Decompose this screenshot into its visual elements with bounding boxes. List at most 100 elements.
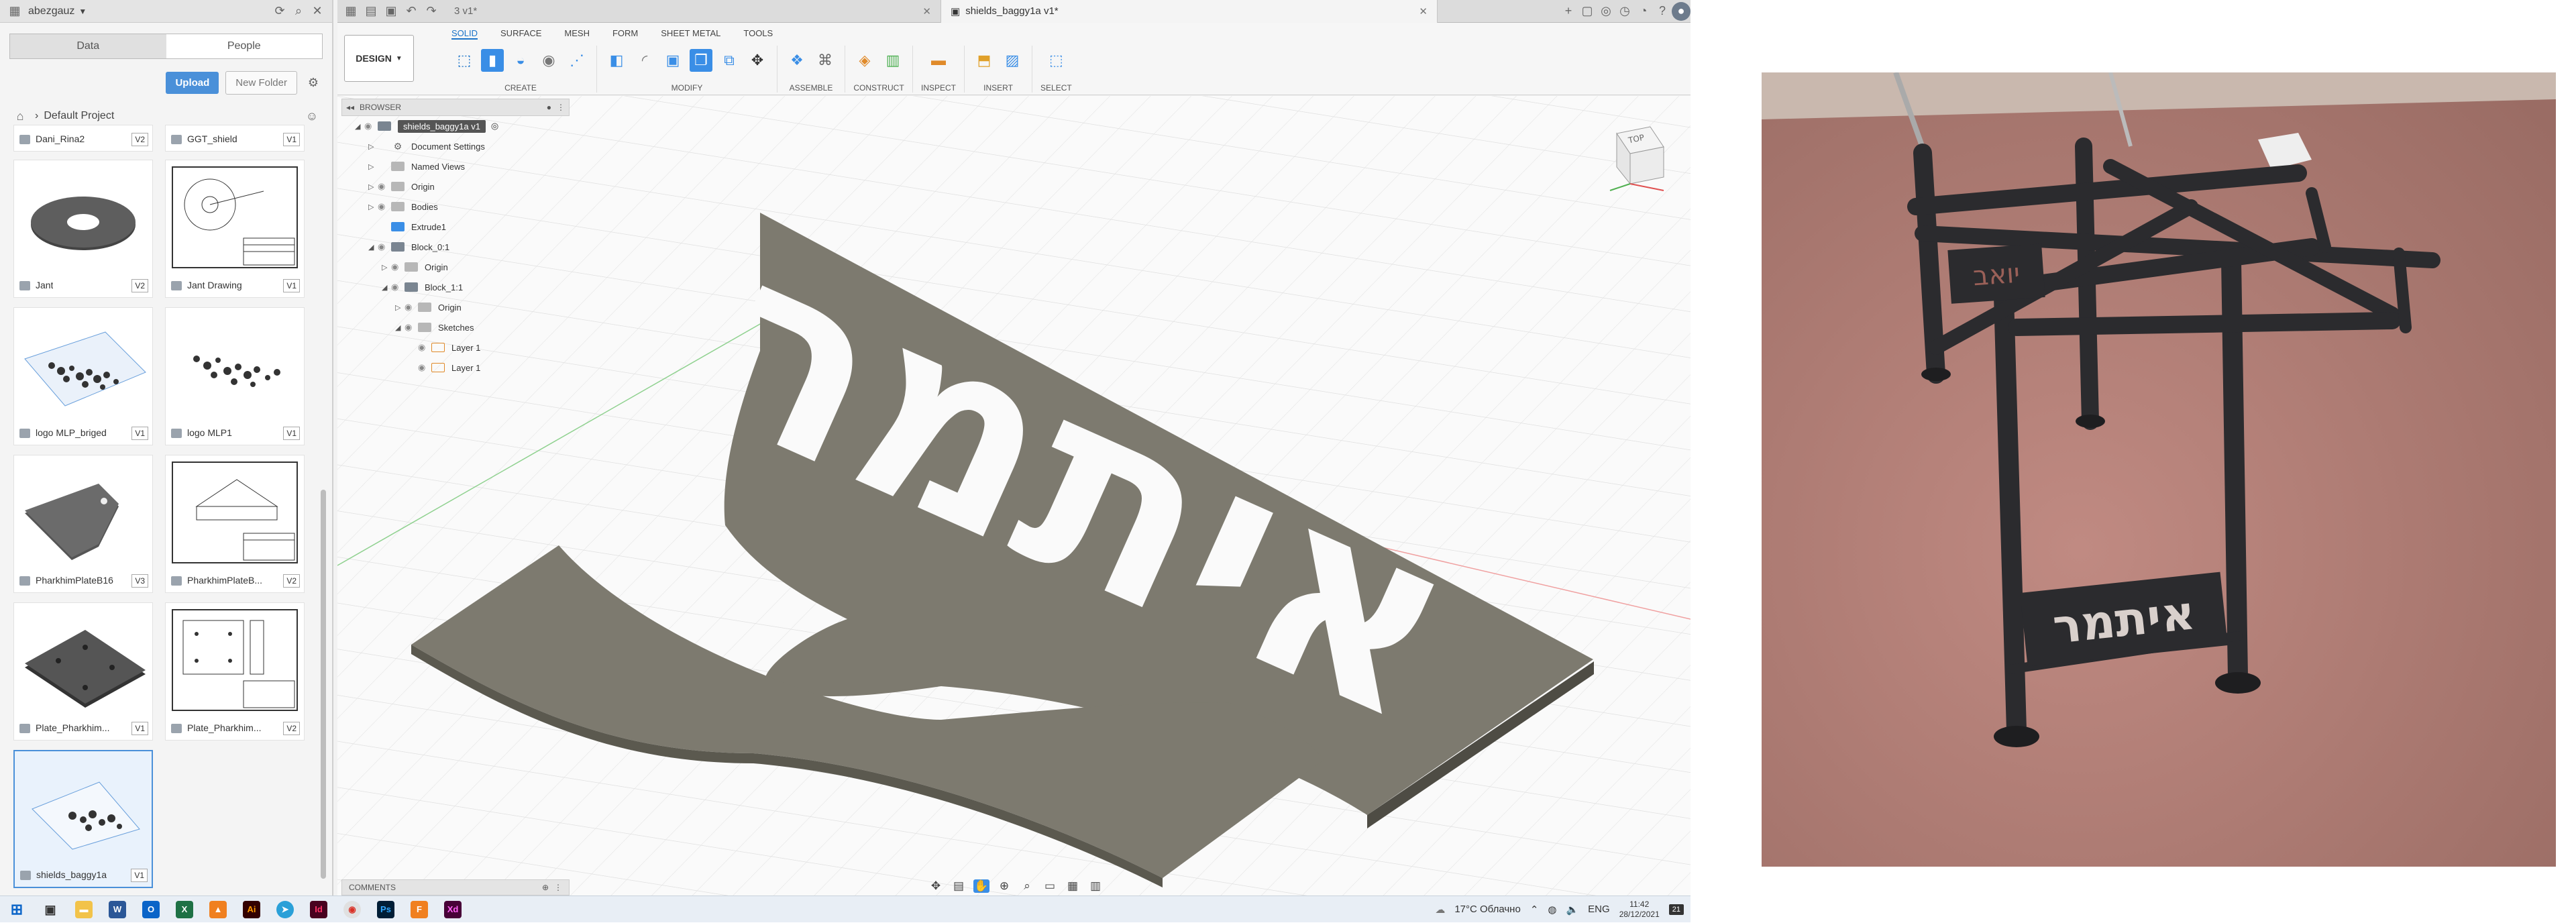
indesign-icon[interactable]: Id: [302, 896, 335, 923]
expand-icon[interactable]: ◢: [395, 323, 405, 332]
eye-icon[interactable]: ◉: [405, 322, 418, 333]
new-component-icon[interactable]: ❖: [786, 49, 808, 72]
browser-item[interactable]: ◢ ◉ Sketches: [341, 317, 570, 337]
browser-item[interactable]: ▷ ◉ Origin: [341, 297, 570, 317]
inspect-menu[interactable]: INSPECT: [921, 83, 956, 93]
press-pull-icon[interactable]: ◧: [605, 49, 628, 72]
gear-icon[interactable]: ⚙: [304, 73, 323, 92]
select-icon[interactable]: ⬚: [1044, 49, 1067, 72]
viewcube[interactable]: TOP: [1597, 120, 1670, 194]
expand-icon[interactable]: ▷: [368, 162, 378, 171]
close-icon[interactable]: ✕: [1419, 5, 1428, 17]
search-icon[interactable]: ⌕: [289, 2, 308, 21]
expand-icon[interactable]: ▷: [382, 263, 391, 272]
version-badge[interactable]: V2: [283, 574, 300, 588]
eye-icon[interactable]: ◉: [364, 121, 378, 131]
browser-item[interactable]: ▷ ⚙ Document Settings: [341, 136, 570, 156]
more-icon[interactable]: ⋮: [554, 883, 562, 892]
language-indicator[interactable]: ENG: [1588, 904, 1610, 915]
tab-solid[interactable]: SOLID: [451, 28, 478, 40]
eye-icon[interactable]: ◉: [418, 362, 431, 373]
insert-derive-icon[interactable]: ⬒: [973, 49, 996, 72]
notifications-button[interactable]: 21: [1668, 904, 1684, 915]
close-icon[interactable]: ✕: [922, 5, 931, 17]
avatar[interactable]: ●: [1672, 1, 1690, 21]
browser-item[interactable]: Extrude1: [341, 217, 570, 237]
expand-icon[interactable]: ▷: [368, 182, 378, 191]
tab-sheet-metal[interactable]: SHEET METAL: [661, 28, 720, 40]
workspace-switcher[interactable]: DESIGN ▼: [344, 35, 414, 82]
job-status-icon[interactable]: ◷: [1615, 2, 1634, 21]
version-badge[interactable]: V1: [283, 133, 300, 146]
chat-icon[interactable]: ▢: [1578, 2, 1597, 21]
new-folder-button[interactable]: New Folder: [225, 70, 297, 95]
tab-form[interactable]: FORM: [612, 28, 638, 40]
insert-canvas-icon[interactable]: ▨: [1001, 49, 1024, 72]
illustrator-icon[interactable]: Ai: [235, 896, 268, 923]
split-body-icon[interactable]: ⧉: [718, 49, 741, 72]
offset-plane-icon[interactable]: ◈: [853, 49, 876, 72]
expand-icon[interactable]: ▷: [395, 303, 405, 312]
select-menu[interactable]: SELECT: [1040, 83, 1072, 93]
eye-icon[interactable]: ◉: [378, 201, 391, 212]
file-tile[interactable]: Plate_Pharkhim... V1: [13, 602, 153, 741]
fusion360-icon[interactable]: F: [402, 896, 436, 923]
close-icon[interactable]: ✕: [308, 2, 327, 21]
tab-data[interactable]: Data: [10, 34, 166, 58]
create-sketch-icon[interactable]: ⬚: [453, 49, 476, 72]
create-menu[interactable]: CREATE: [504, 83, 537, 93]
file-tile[interactable]: Plate_Pharkhim... V2: [165, 602, 305, 741]
eye-icon[interactable]: ◉: [391, 282, 405, 292]
modify-menu[interactable]: MODIFY: [672, 83, 703, 93]
volume-icon[interactable]: 🔈: [1566, 904, 1578, 916]
browser-item[interactable]: ▷ ◉ Origin: [341, 257, 570, 277]
extensions-icon[interactable]: ◎: [1597, 2, 1615, 21]
weather-icon[interactable]: ☁: [1435, 904, 1445, 916]
redo-icon[interactable]: ↷: [422, 2, 441, 21]
version-badge[interactable]: V1: [283, 427, 300, 440]
xd-icon[interactable]: Xd: [436, 896, 470, 923]
insert-menu[interactable]: INSERT: [983, 83, 1013, 93]
midplane-icon[interactable]: ▥: [881, 49, 904, 72]
expand-icon[interactable]: ◢: [382, 283, 391, 292]
version-badge[interactable]: V1: [131, 869, 148, 882]
version-badge[interactable]: V3: [131, 574, 148, 588]
tab-tools[interactable]: TOOLS: [743, 28, 773, 40]
tab-surface[interactable]: SURFACE: [500, 28, 541, 40]
3d-viewport[interactable]: איתמר ◂◂ BROWSER ● ⋮ ◢ ◉ shields_baggy1a…: [337, 96, 1690, 895]
project-name[interactable]: Default Project: [44, 110, 114, 122]
eye-icon[interactable]: ◉: [391, 262, 405, 272]
version-badge[interactable]: V2: [131, 133, 148, 146]
word-icon[interactable]: W: [101, 896, 134, 923]
grid-icon[interactable]: ▦: [5, 2, 24, 21]
chevron-up-icon[interactable]: ⌃: [1530, 904, 1539, 916]
expand-icon[interactable]: ▷: [368, 142, 378, 151]
orbit-icon[interactable]: ✥: [928, 879, 944, 893]
pattern-icon[interactable]: ⋰: [566, 49, 588, 72]
tab-people[interactable]: People: [166, 34, 323, 58]
user-name[interactable]: abezgauz: [28, 5, 74, 17]
upload-button[interactable]: Upload: [166, 71, 219, 94]
collapse-icon[interactable]: ◂◂: [346, 103, 354, 112]
clock[interactable]: 11:42 28/12/2021: [1619, 900, 1660, 920]
chevron-down-icon[interactable]: ▼: [78, 7, 87, 16]
combine-icon[interactable]: ❐: [690, 49, 712, 72]
measure-icon[interactable]: ▬: [927, 49, 950, 72]
zoom-icon[interactable]: ⊕: [996, 879, 1012, 893]
browser-item[interactable]: ▷ Named Views: [341, 156, 570, 176]
browser-item[interactable]: ◉ Layer 1: [341, 358, 570, 378]
browser-item[interactable]: ◉ Layer 1: [341, 337, 570, 358]
file-tile[interactable]: Jant Drawing V1: [165, 160, 305, 298]
refresh-icon[interactable]: ⟳: [270, 2, 289, 21]
version-badge[interactable]: V1: [131, 427, 148, 440]
hole-icon[interactable]: ◉: [537, 49, 560, 72]
file-tile-selected[interactable]: shields_baggy1a V1: [13, 750, 153, 888]
version-badge[interactable]: V2: [283, 722, 300, 735]
browser-item[interactable]: ◢ ◉ Block_1:1: [341, 277, 570, 297]
undo-icon[interactable]: ↶: [402, 2, 421, 21]
add-comment-icon[interactable]: ⊕: [542, 883, 549, 892]
revolve-icon[interactable]: ◒: [509, 49, 532, 72]
excel-icon[interactable]: X: [168, 896, 201, 923]
expand-icon[interactable]: ◢: [355, 122, 364, 131]
telegram-icon[interactable]: ➤: [268, 896, 302, 923]
